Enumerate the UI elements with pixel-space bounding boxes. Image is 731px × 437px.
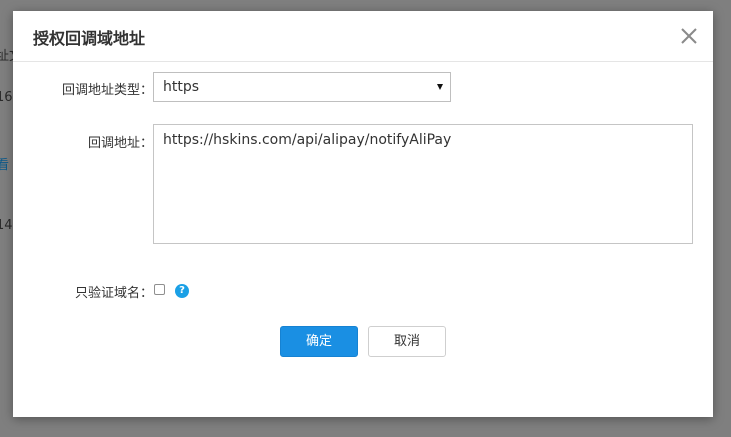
question-icon[interactable]: ?	[175, 284, 189, 298]
authorize-callback-domain-dialog: 授权回调域地址 回调地址类型： https 回调地址： https://hski…	[13, 11, 713, 417]
cancel-button[interactable]: 取消	[368, 326, 446, 357]
callback-address-textarea[interactable]: https://hskins.com/api/alipay/notifyAliP…	[153, 124, 693, 244]
confirm-button[interactable]: 确定	[280, 326, 358, 357]
callback-type-select[interactable]: https	[153, 72, 451, 102]
close-icon	[681, 28, 697, 44]
background-page-fragments: 址文 16 看 14:	[0, 0, 14, 437]
callback-type-label: 回调地址类型：	[61, 83, 153, 98]
callback-type-selected-value: https	[163, 79, 200, 95]
callback-address-label: 回调地址：	[87, 136, 153, 151]
verify-domain-only-label: 只验证域名：	[74, 286, 153, 301]
dialog-title: 授权回调域地址	[33, 29, 146, 48]
background-text-fragment: 16	[0, 90, 13, 105]
background-text-fragment: 址文	[0, 49, 14, 64]
verify-domain-only-checkbox[interactable]	[154, 284, 165, 295]
dialog-header: 授权回调域地址	[13, 11, 713, 62]
close-button[interactable]	[678, 25, 700, 47]
background-link-fragment: 看	[0, 158, 10, 173]
dropdown-arrow-icon	[437, 84, 443, 90]
background-text-fragment: 14:	[0, 218, 14, 233]
